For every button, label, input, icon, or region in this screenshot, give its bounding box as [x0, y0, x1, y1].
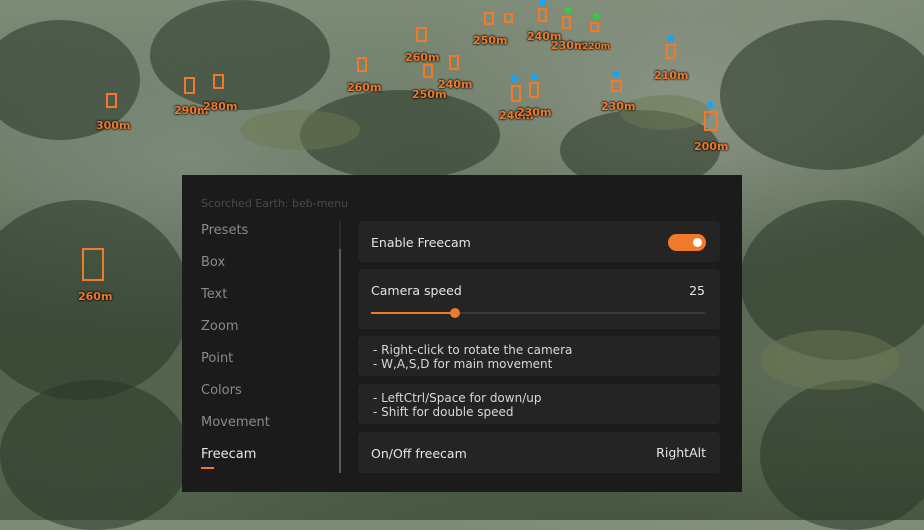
camera-speed-slider-fill [371, 312, 455, 314]
nav-scrollbar-thumb[interactable] [339, 249, 341, 473]
esp-distance-label: 230m [601, 100, 636, 113]
freecam-keybind-button[interactable]: RightAlt [656, 445, 706, 460]
enable-freecam-label: Enable Freecam [371, 235, 471, 250]
enable-freecam-toggle[interactable] [668, 234, 706, 251]
esp-distance-label: 220m [582, 42, 611, 52]
esp-distance-label: 230m [517, 106, 552, 119]
toggle-knob [693, 238, 702, 247]
nav-item-freecam[interactable]: Freecam [201, 447, 331, 479]
freecam-help-box: - Right-click to rotate the camera - W,A… [358, 336, 720, 376]
camera-speed-row: Camera speed 25 [358, 269, 720, 329]
camera-speed-label: Camera speed [371, 283, 462, 298]
nav-item-colors[interactable]: Colors [201, 383, 331, 415]
nav-item-box[interactable]: Box [201, 255, 331, 287]
active-nav-indicator [201, 467, 214, 469]
cheat-menu-panel: Scorched Earth: beb-menu Presets Box Tex… [182, 175, 742, 492]
camera-speed-value: 25 [689, 283, 705, 298]
menu-title: Scorched Earth: beb-menu [201, 197, 349, 210]
freecam-keybind-row: On/Off freecam RightAlt [358, 432, 720, 473]
nav-item-text[interactable]: Text [201, 287, 331, 319]
nav-item-freecam-label: Freecam [201, 447, 257, 462]
menu-nav: Presets Box Text Zoom Point Colors Movem… [201, 223, 331, 479]
esp-distance-label: 250m [473, 34, 508, 47]
esp-distance-label: 200m [694, 140, 729, 153]
camera-speed-slider[interactable] [371, 308, 705, 318]
enable-freecam-row: Enable Freecam [358, 221, 720, 262]
help-line: - Right-click to rotate the camera [373, 343, 573, 357]
nav-item-point[interactable]: Point [201, 351, 331, 383]
camera-speed-slider-thumb[interactable] [449, 308, 460, 318]
esp-distance-label: 230m [551, 39, 586, 52]
esp-distance-label: 240m [438, 78, 473, 91]
esp-distance-label: 260m [347, 81, 382, 94]
nav-item-zoom[interactable]: Zoom [201, 319, 331, 351]
esp-distance-label: 300m [96, 119, 131, 132]
esp-distance-label: 280m [203, 100, 238, 113]
esp-distance-label: 210m [654, 69, 689, 82]
freecam-help-box: - LeftCtrl/Space for down/up - Shift for… [358, 384, 720, 424]
nav-scrollbar[interactable] [339, 221, 341, 473]
freecam-keybind-label: On/Off freecam [371, 446, 467, 461]
nav-item-presets[interactable]: Presets [201, 223, 331, 255]
esp-distance-label: 260m [405, 51, 440, 64]
help-line: - Shift for double speed [373, 405, 514, 419]
esp-distance-label: 260m [78, 290, 113, 303]
help-line: - LeftCtrl/Space for down/up [373, 391, 542, 405]
help-line: - W,A,S,D for main movement [373, 357, 553, 371]
nav-item-movement[interactable]: Movement [201, 415, 331, 447]
